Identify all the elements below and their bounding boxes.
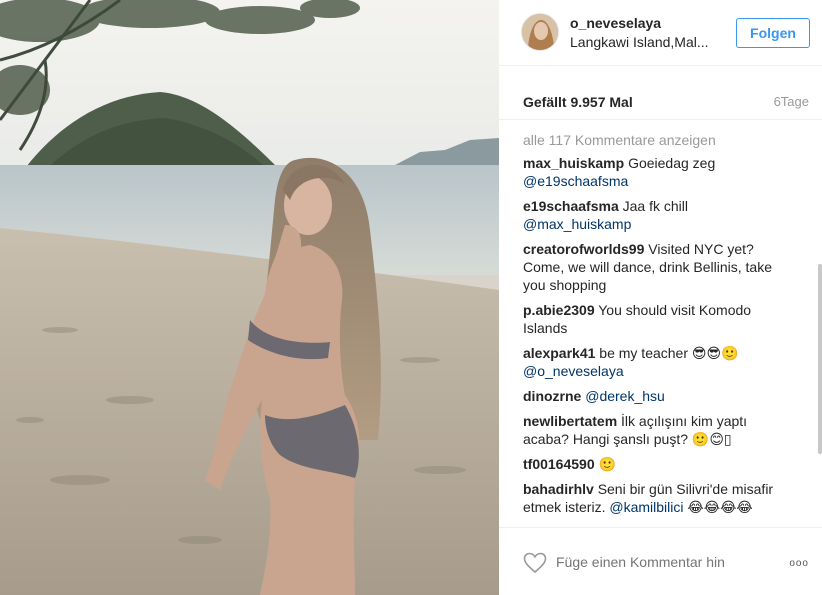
comment-input[interactable] bbox=[556, 554, 756, 570]
comment-item: tf00164590 🙂 bbox=[523, 455, 795, 473]
comment-text: be my teacher 😎😎🙂 bbox=[599, 345, 739, 361]
post-username[interactable]: o_neveselaya bbox=[570, 15, 661, 31]
post-age[interactable]: 6Tage bbox=[774, 94, 809, 109]
comment-item: max_huiskamp Goeiedag zeg @e19schaafsma bbox=[523, 154, 795, 190]
more-options-icon[interactable]: ooo bbox=[789, 558, 809, 569]
comment-mention[interactable]: @o_neveselaya bbox=[523, 363, 624, 379]
post-location[interactable]: Langkawi Island,Mal... bbox=[570, 34, 709, 50]
comment-item: creatorofworlds99 Visited NYC yet? Come,… bbox=[523, 240, 795, 294]
comment-mention[interactable]: @kamilbilici bbox=[609, 499, 683, 515]
comment-item: p.abie2309 You should visit Komodo Islan… bbox=[523, 301, 795, 337]
comment-text: 🙂 bbox=[598, 456, 616, 472]
comment-item: newlibertatem İlk açılışını kim yaptı ac… bbox=[523, 412, 795, 448]
avatar-image bbox=[522, 14, 558, 50]
comment-user[interactable]: max_huiskamp bbox=[523, 155, 624, 171]
comment-text: Jaa fk chill bbox=[622, 198, 688, 214]
comment-user[interactable]: creatorofworlds99 bbox=[523, 241, 644, 257]
comment-mention[interactable]: @derek_hsu bbox=[585, 388, 665, 404]
comment-item: e19schaafsma Jaa fk chill @max_huiskamp bbox=[523, 197, 795, 233]
likes-count[interactable]: Gefällt 9.957 Mal bbox=[523, 94, 633, 110]
comment-item: alexpark41 be my teacher 😎😎🙂 @o_nevesela… bbox=[523, 344, 795, 380]
comment-user[interactable]: alexpark41 bbox=[523, 345, 595, 361]
post-footer: ooo bbox=[499, 527, 822, 595]
comments-list[interactable]: alle 117 Kommentare anzeigen max_huiskam… bbox=[499, 122, 822, 527]
comment-emoji: 😂😂😂😂 bbox=[687, 499, 753, 515]
comment-mention[interactable]: @e19schaafsma bbox=[523, 173, 628, 189]
post-header: o_neveselaya Langkawi Island,Mal... Folg… bbox=[499, 0, 822, 66]
avatar[interactable] bbox=[521, 13, 559, 51]
likes-row: Gefällt 9.957 Mal 6Tage bbox=[499, 66, 822, 120]
follow-button[interactable]: Folgen bbox=[736, 18, 810, 48]
comments-scrollbar[interactable] bbox=[818, 264, 822, 454]
comment-user[interactable]: dinozrne bbox=[523, 388, 581, 404]
comment-item: bahadirhlv Seni bir gün Silivri'de misaf… bbox=[523, 480, 795, 516]
comment-user[interactable]: p.abie2309 bbox=[523, 302, 595, 318]
view-all-comments-link[interactable]: alle 117 Kommentare anzeigen bbox=[523, 132, 716, 148]
heart-icon[interactable] bbox=[523, 552, 547, 574]
post-photo[interactable] bbox=[0, 0, 499, 595]
comment-user[interactable]: bahadirhlv bbox=[523, 481, 594, 497]
comment-mention[interactable]: @max_huiskamp bbox=[523, 216, 631, 232]
comment-item: dinozrne @derek_hsu bbox=[523, 387, 795, 405]
comment-user[interactable]: newlibertatem bbox=[523, 413, 617, 429]
comment-text: Goeiedag zeg bbox=[628, 155, 716, 171]
comment-user[interactable]: e19schaafsma bbox=[523, 198, 619, 214]
post-side-panel: o_neveselaya Langkawi Island,Mal... Folg… bbox=[499, 0, 822, 595]
comment-user[interactable]: tf00164590 bbox=[523, 456, 595, 472]
beach-photo-illustration bbox=[0, 0, 499, 595]
